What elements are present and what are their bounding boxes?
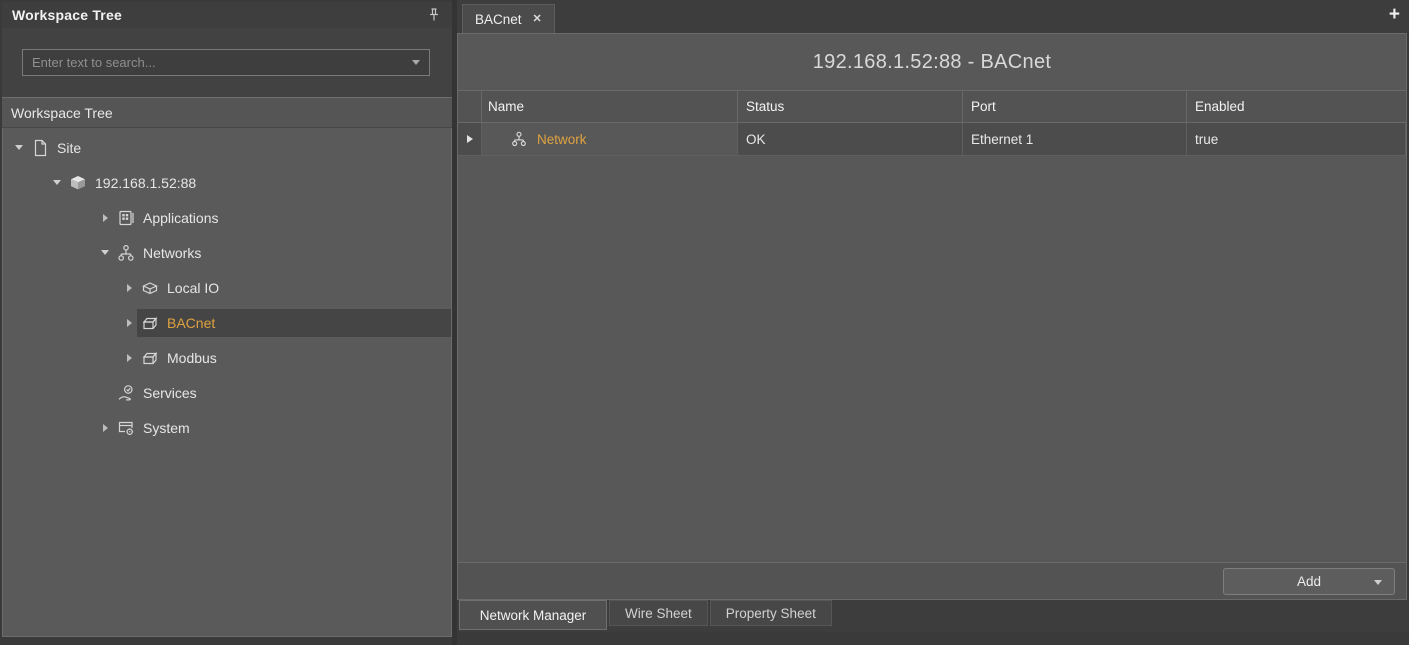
io-module-icon bbox=[139, 278, 161, 298]
tree-item-system[interactable]: System bbox=[3, 410, 451, 445]
tree-item-label: BACnet bbox=[167, 315, 215, 331]
protocol-device-icon bbox=[139, 313, 161, 333]
workspace-tree-panel: Workspace Tree Enter text to search... W… bbox=[2, 2, 452, 637]
expander-icon[interactable] bbox=[121, 284, 137, 292]
search-placeholder: Enter text to search... bbox=[32, 55, 412, 70]
panel-title-bar: Workspace Tree bbox=[2, 2, 452, 28]
panel-title: Workspace Tree bbox=[12, 7, 426, 23]
action-bar: Add bbox=[458, 562, 1406, 599]
tree-item-label: Modbus bbox=[167, 350, 217, 366]
cell-port[interactable]: Ethernet 1 bbox=[963, 123, 1187, 155]
tree-item-label: Local IO bbox=[167, 280, 219, 296]
device-icon bbox=[67, 173, 89, 193]
row-marker-icon bbox=[467, 135, 473, 143]
tab-property-sheet[interactable]: Property Sheet bbox=[710, 600, 832, 626]
chevron-down-icon[interactable] bbox=[412, 60, 420, 65]
tree-item-label: System bbox=[143, 420, 190, 436]
tree-item-label: Site bbox=[57, 140, 81, 156]
network-icon bbox=[508, 130, 530, 148]
applications-icon bbox=[115, 208, 137, 228]
column-header-name[interactable]: Name bbox=[482, 91, 738, 122]
table-header: Name Status Port Enabled bbox=[458, 90, 1406, 123]
tree-item-device[interactable]: 192.168.1.52:88 bbox=[3, 165, 451, 200]
table-empty-area bbox=[458, 156, 1406, 562]
tree-item-site[interactable]: Site bbox=[3, 130, 451, 165]
cell-status[interactable]: OK bbox=[738, 123, 963, 155]
new-tab-button[interactable]: + bbox=[1389, 5, 1400, 24]
tab-bacnet[interactable]: BACnet ✕ bbox=[462, 4, 555, 33]
network-icon bbox=[115, 243, 137, 263]
table-row[interactable]: Network OK Ethernet 1 true bbox=[458, 123, 1406, 156]
cell-name-text: Network bbox=[537, 132, 587, 147]
expander-icon[interactable] bbox=[49, 180, 65, 185]
expander-icon[interactable] bbox=[97, 424, 113, 432]
view-title: 192.168.1.52:88 - BACnet bbox=[458, 34, 1406, 90]
add-button[interactable]: Add bbox=[1223, 568, 1395, 595]
tree-item-services[interactable]: Services bbox=[3, 375, 451, 410]
expander-icon[interactable] bbox=[97, 250, 113, 255]
pin-icon[interactable] bbox=[426, 6, 442, 24]
system-icon bbox=[115, 418, 137, 438]
tab-network-manager[interactable]: Network Manager bbox=[459, 600, 607, 630]
tree-section-title: Workspace Tree bbox=[11, 105, 113, 121]
search-region: Enter text to search... bbox=[2, 28, 452, 97]
tree-item-label: Services bbox=[143, 385, 197, 401]
tree-item-label: 192.168.1.52:88 bbox=[95, 175, 196, 191]
expander-icon[interactable] bbox=[121, 354, 137, 362]
column-header-port[interactable]: Port bbox=[963, 91, 1187, 122]
tree-section-header: Workspace Tree bbox=[2, 97, 452, 128]
chevron-down-icon[interactable] bbox=[1374, 580, 1382, 585]
add-button-label: Add bbox=[1297, 574, 1321, 589]
document-icon bbox=[29, 138, 51, 158]
tree-item-modbus[interactable]: Modbus bbox=[3, 340, 451, 375]
expander-icon[interactable] bbox=[121, 319, 137, 327]
tab-wire-sheet[interactable]: Wire Sheet bbox=[609, 600, 708, 626]
document-tab-strip: BACnet ✕ + bbox=[457, 0, 1409, 33]
tree-item-label: Applications bbox=[143, 210, 219, 226]
tree-item-bacnet[interactable]: BACnet bbox=[3, 305, 451, 340]
tree-item-local-io[interactable]: Local IO bbox=[3, 270, 451, 305]
close-icon[interactable]: ✕ bbox=[533, 14, 542, 25]
expander-icon[interactable] bbox=[11, 145, 27, 150]
expander-icon[interactable] bbox=[97, 214, 113, 222]
column-header-status[interactable]: Status bbox=[738, 91, 963, 122]
cell-enabled[interactable]: true bbox=[1187, 123, 1406, 155]
tree-item-applications[interactable]: Applications bbox=[3, 200, 451, 235]
view-tab-strip: Network Manager Wire Sheet Property Shee… bbox=[457, 600, 1409, 632]
tab-label: BACnet bbox=[475, 12, 522, 27]
tree-item-label: Networks bbox=[143, 245, 201, 261]
network-manager-view: 192.168.1.52:88 - BACnet Name Status Por… bbox=[457, 33, 1407, 600]
column-header-enabled[interactable]: Enabled bbox=[1187, 91, 1406, 122]
services-icon bbox=[115, 383, 137, 403]
tree-area: Site 192.168.1.52:88 bbox=[2, 128, 452, 637]
cell-name[interactable]: Network bbox=[482, 123, 738, 155]
protocol-device-icon bbox=[139, 348, 161, 368]
column-header-gutter bbox=[458, 91, 482, 122]
search-input[interactable]: Enter text to search... bbox=[22, 49, 430, 76]
row-selector-cell[interactable] bbox=[458, 123, 482, 155]
tree-item-networks[interactable]: Networks bbox=[3, 235, 451, 270]
application-window: Workspace Tree Enter text to search... W… bbox=[0, 0, 1409, 645]
